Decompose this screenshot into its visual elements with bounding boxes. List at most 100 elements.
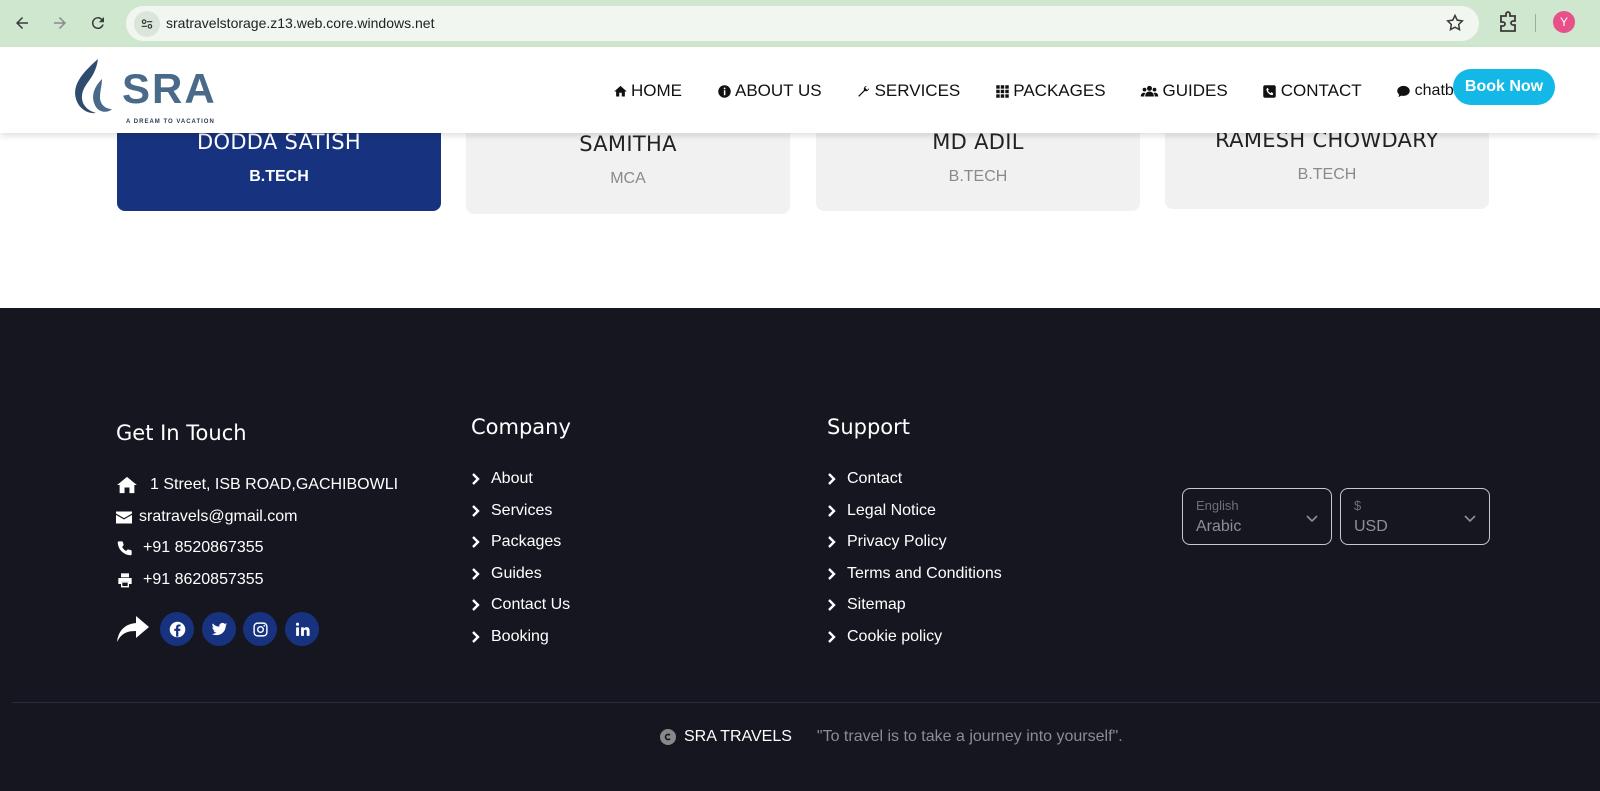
- linkedin-icon: [295, 622, 310, 636]
- nav-label: PACKAGES: [1013, 81, 1106, 100]
- fax-row: +91 8620857355: [116, 570, 264, 590]
- footer-link-booking[interactable]: Booking: [471, 628, 549, 646]
- phone-text: +91 8520867355: [143, 539, 264, 556]
- twitter-icon: [211, 622, 227, 635]
- instagram-button[interactable]: [243, 612, 277, 646]
- link-label: About: [491, 470, 533, 487]
- print-icon: [116, 570, 133, 590]
- chevron-right-icon: [471, 598, 485, 612]
- flame-logo-icon: [75, 59, 112, 114]
- nav-about[interactable]: ABOUT US: [716, 81, 822, 101]
- logo[interactable]: SRA A DREAM TO VACATION: [72, 57, 232, 125]
- chevron-right-icon: [471, 567, 485, 581]
- address-row: 1 Street, ISB ROAD,GACHIBOWLI: [116, 475, 398, 495]
- link-label: Sitemap: [847, 596, 906, 613]
- footer-divider: [12, 702, 1600, 703]
- chevron-right-icon: [471, 504, 485, 518]
- phone-row: +91 8520867355: [116, 538, 264, 558]
- footer-link-sitemap[interactable]: Sitemap: [827, 596, 906, 614]
- nav-label: SERVICES: [874, 81, 961, 100]
- link-label: Cookie policy: [847, 628, 943, 645]
- wrench-icon: [856, 83, 872, 99]
- email-text[interactable]: sratravels@gmail.com: [139, 508, 298, 526]
- link-label: Booking: [491, 628, 549, 645]
- users-icon: [1140, 83, 1160, 99]
- phone-icon: [116, 538, 133, 558]
- nav-contact[interactable]: CONTACT: [1262, 81, 1362, 101]
- currency-select-label: $: [1354, 498, 1362, 513]
- copyright-brand[interactable]: SRA TRAVELS: [684, 728, 792, 746]
- share-icon: [117, 616, 149, 642]
- footer-link-guides[interactable]: Guides: [471, 565, 542, 583]
- nav-home[interactable]: HOME: [612, 81, 682, 101]
- footer-link-contact-us[interactable]: Contact Us: [471, 596, 570, 614]
- currency-select-value: USD: [1354, 518, 1388, 535]
- profile-avatar[interactable]: Y: [1553, 11, 1575, 33]
- chevron-right-icon: [827, 504, 841, 518]
- chevron-right-icon: [827, 598, 841, 612]
- forward-button[interactable]: [47, 10, 73, 36]
- chevron-down-icon: [1306, 515, 1318, 523]
- nav-guides[interactable]: GUIDES: [1140, 81, 1228, 101]
- twitter-button[interactable]: [202, 612, 236, 646]
- reload-icon: [91, 17, 104, 30]
- site-info-icon[interactable]: [134, 11, 160, 37]
- language-select-label: English: [1196, 498, 1239, 513]
- url-text: sratravelstorage.z13.web.core.windows.ne…: [166, 15, 435, 31]
- footer-link-about[interactable]: About: [471, 470, 533, 488]
- chevron-right-icon: [827, 472, 841, 486]
- language-select-value: Arabic: [1196, 518, 1242, 535]
- copyright-icon: [660, 729, 676, 745]
- link-label: Legal Notice: [847, 502, 936, 519]
- home-icon: [116, 475, 138, 495]
- email-row: sratravels@gmail.com: [116, 507, 298, 527]
- address-text: 1 Street, ISB ROAD,GACHIBOWLI: [150, 476, 399, 493]
- link-label: Terms and Conditions: [847, 565, 1002, 582]
- guide-name: SAMITHA: [579, 132, 677, 156]
- guide-name: DODDA SATISH: [197, 130, 361, 154]
- reload-button[interactable]: [85, 10, 111, 36]
- facebook-button[interactable]: [160, 612, 194, 646]
- address-bar[interactable]: sratravelstorage.z13.web.core.windows.ne…: [126, 6, 1479, 41]
- guide-degree: B.TECH: [948, 168, 1008, 185]
- nav-label: GUIDES: [1162, 81, 1228, 100]
- nav-packages[interactable]: PACKAGES: [994, 81, 1106, 101]
- language-select[interactable]: English Arabic: [1182, 488, 1332, 545]
- fax-text: +91 8620857355: [143, 571, 264, 588]
- arrow-right-icon: [54, 17, 66, 29]
- footer-quote: "To travel is to take a journey into you…: [816, 728, 1123, 745]
- facebook-icon: [169, 621, 185, 637]
- chevron-down-icon: [1464, 515, 1476, 523]
- chevron-right-icon: [827, 535, 841, 549]
- info-icon: [716, 83, 732, 99]
- footer-link-terms[interactable]: Terms and Conditions: [827, 565, 1002, 583]
- chevron-right-icon: [471, 630, 485, 644]
- comment-icon: [1396, 83, 1412, 99]
- book-now-button[interactable]: Book Now: [1453, 69, 1555, 105]
- chevron-right-icon: [827, 567, 841, 581]
- footer-link-contact[interactable]: Contact: [827, 470, 902, 488]
- grid-icon: [994, 83, 1010, 99]
- footer-link-legal-notice[interactable]: Legal Notice: [827, 502, 936, 520]
- footer-link-packages[interactable]: Packages: [471, 533, 561, 551]
- footer-link-cookie-policy[interactable]: Cookie policy: [827, 628, 942, 646]
- get-in-touch-title: Get In Touch: [116, 421, 247, 445]
- nav-label: ABOUT US: [735, 81, 822, 100]
- nav-label: HOME: [631, 81, 682, 100]
- linkedin-button[interactable]: [285, 612, 319, 646]
- extensions-icon[interactable]: [1496, 11, 1520, 35]
- copyright-line: SRA TRAVELS "To travel is to take a jour…: [660, 728, 1123, 746]
- nav-services[interactable]: SERVICES: [856, 81, 961, 101]
- footer-link-services[interactable]: Services: [471, 502, 552, 520]
- guide-degree: B.TECH: [249, 168, 309, 185]
- link-label: Packages: [491, 533, 562, 550]
- footer-link-privacy-policy[interactable]: Privacy Policy: [827, 533, 947, 551]
- home-icon: [612, 83, 628, 99]
- currency-select[interactable]: $ USD: [1340, 488, 1490, 545]
- back-button[interactable]: [9, 10, 35, 36]
- bookmark-star-icon[interactable]: [1445, 13, 1465, 33]
- site-footer: Get In Touch 1 Street, ISB ROAD,GACHIBOW…: [0, 308, 1600, 791]
- instagram-icon: [252, 621, 268, 637]
- phone-square-icon: [1262, 83, 1278, 99]
- guide-name: MD ADIL: [932, 130, 1024, 154]
